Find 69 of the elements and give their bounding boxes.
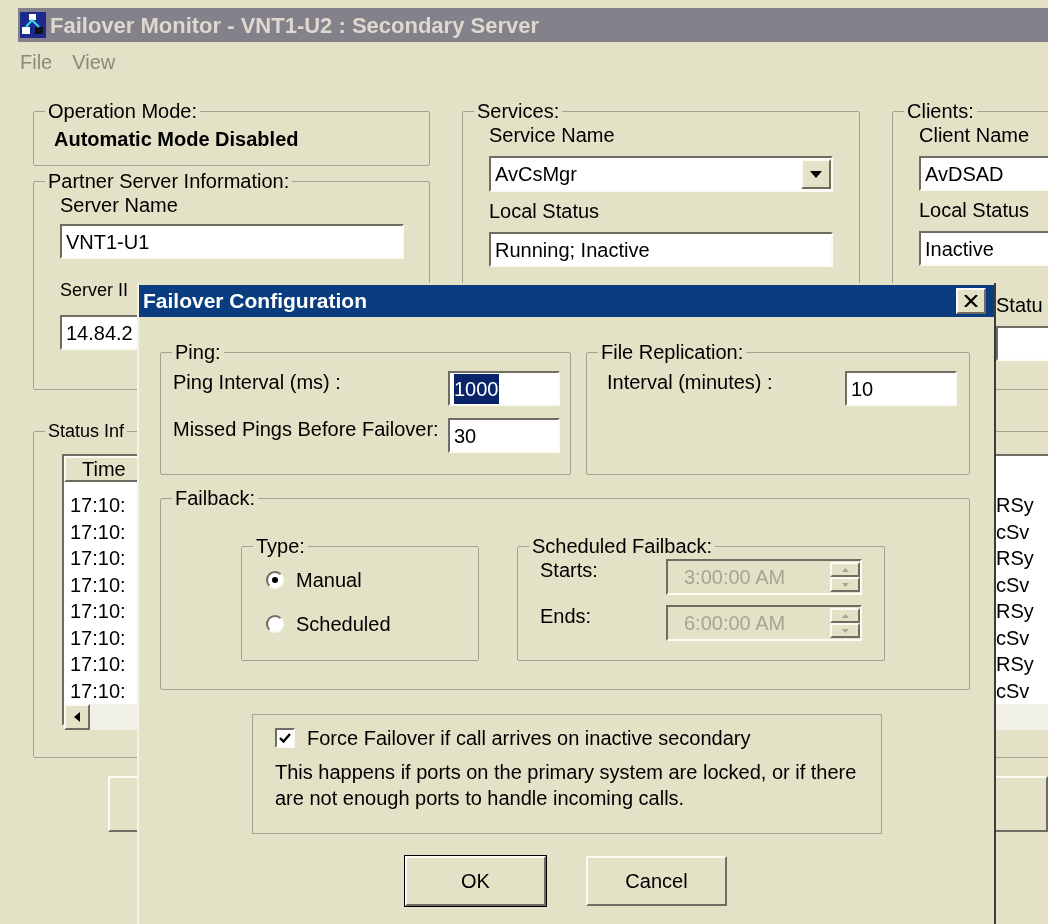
table-cell: 17:10:: [70, 653, 126, 676]
left-arrow-icon: [74, 712, 80, 722]
input-field[interactable]: 10: [845, 371, 957, 406]
group-label: Type:: [255, 535, 306, 557]
table-cell: cSv: [996, 679, 1030, 702]
table-cell: 17:10:: [70, 573, 126, 596]
table-cell: 17:10:: [70, 547, 126, 570]
table-cell: cSv: [996, 626, 1030, 649]
checkbox[interactable]: [275, 728, 295, 748]
group-label: Scheduled Failback:: [531, 535, 714, 557]
group-label: Status Inf: [47, 420, 126, 442]
check-icon: [279, 733, 291, 743]
group-label: Services:: [476, 100, 561, 122]
close-button[interactable]: [956, 288, 986, 314]
input-field[interactable]: Running; Inactive: [489, 232, 833, 267]
mode-value: Automatic Mode Disabled: [54, 128, 299, 150]
label: Starts:: [540, 559, 596, 581]
window-title: Failover Monitor - VNT1-U2 : Secondary Server: [50, 11, 540, 40]
scroll-left-button[interactable]: [64, 704, 90, 730]
radio-label: Manual: [296, 569, 362, 591]
table-cell: RSy: [996, 547, 1034, 570]
input-field[interactable]: 30: [448, 418, 560, 453]
table-cell: 17:10:: [70, 626, 126, 649]
input-field[interactable]: VNT1-U1: [60, 224, 404, 259]
up-arrow-icon: [841, 613, 849, 618]
label: Server II: [60, 279, 129, 301]
table-cell: RSy: [996, 600, 1034, 623]
table-cell: RSy: [996, 494, 1034, 517]
caret-icon: [810, 170, 822, 178]
close-icon: [964, 295, 978, 307]
label: Statu: [996, 294, 1043, 316]
table-cell: 17:10:: [70, 679, 126, 702]
table-cell: 17:10:: [70, 494, 126, 517]
input-field[interactable]: Inactive: [919, 231, 1048, 266]
radio-label: Scheduled: [296, 613, 391, 635]
dialog-button[interactable]: OK: [405, 856, 546, 906]
network-icon: [20, 12, 46, 38]
label: Local Status: [489, 200, 600, 222]
down-arrow-icon: [841, 582, 849, 587]
table-cell: cSv: [996, 520, 1030, 543]
table-cell: RSy: [996, 653, 1034, 676]
input-field[interactable]: AvDSAD: [919, 156, 1048, 191]
label: Local Status: [919, 199, 1030, 221]
radio-button[interactable]: [266, 571, 284, 589]
table-cell: 17:10:: [70, 600, 126, 623]
group-label: Clients:: [906, 100, 975, 122]
group-label: Failback:: [174, 487, 257, 509]
label: Ping Interval (ms) :: [173, 371, 341, 393]
label: Interval (minutes) :: [607, 371, 773, 393]
group-label: Partner Server Information:: [47, 170, 291, 192]
label: Client Name: [919, 124, 1030, 146]
radio-button[interactable]: [266, 615, 284, 633]
dialog-button[interactable]: Cancel: [586, 856, 727, 906]
table-cell: cSv: [996, 573, 1030, 596]
label: Service Name: [489, 124, 615, 146]
label: Ends:: [540, 605, 593, 627]
group-label: Operation Mode:: [47, 100, 198, 122]
label: Missed Pings Before Failover:: [173, 418, 439, 440]
input-field[interactable]: 1000: [448, 371, 560, 406]
table-cell: 17:10:: [70, 520, 126, 543]
note-text: This happens if ports on the primary system are locked, or if there are not enough ports to handle incoming calls.: [275, 760, 858, 811]
up-arrow-icon: [841, 567, 849, 572]
dialog-title: Failover Configuration: [143, 288, 367, 315]
checkbox-label: Force Failover if call arrives on inactive secondary: [307, 727, 751, 749]
down-arrow-icon: [841, 628, 849, 633]
dropdown[interactable]: AvCsMgr: [489, 156, 833, 192]
label: Server Name: [60, 194, 178, 216]
group-label: File Replication:: [600, 341, 745, 363]
group-label: Ping:: [174, 341, 222, 363]
